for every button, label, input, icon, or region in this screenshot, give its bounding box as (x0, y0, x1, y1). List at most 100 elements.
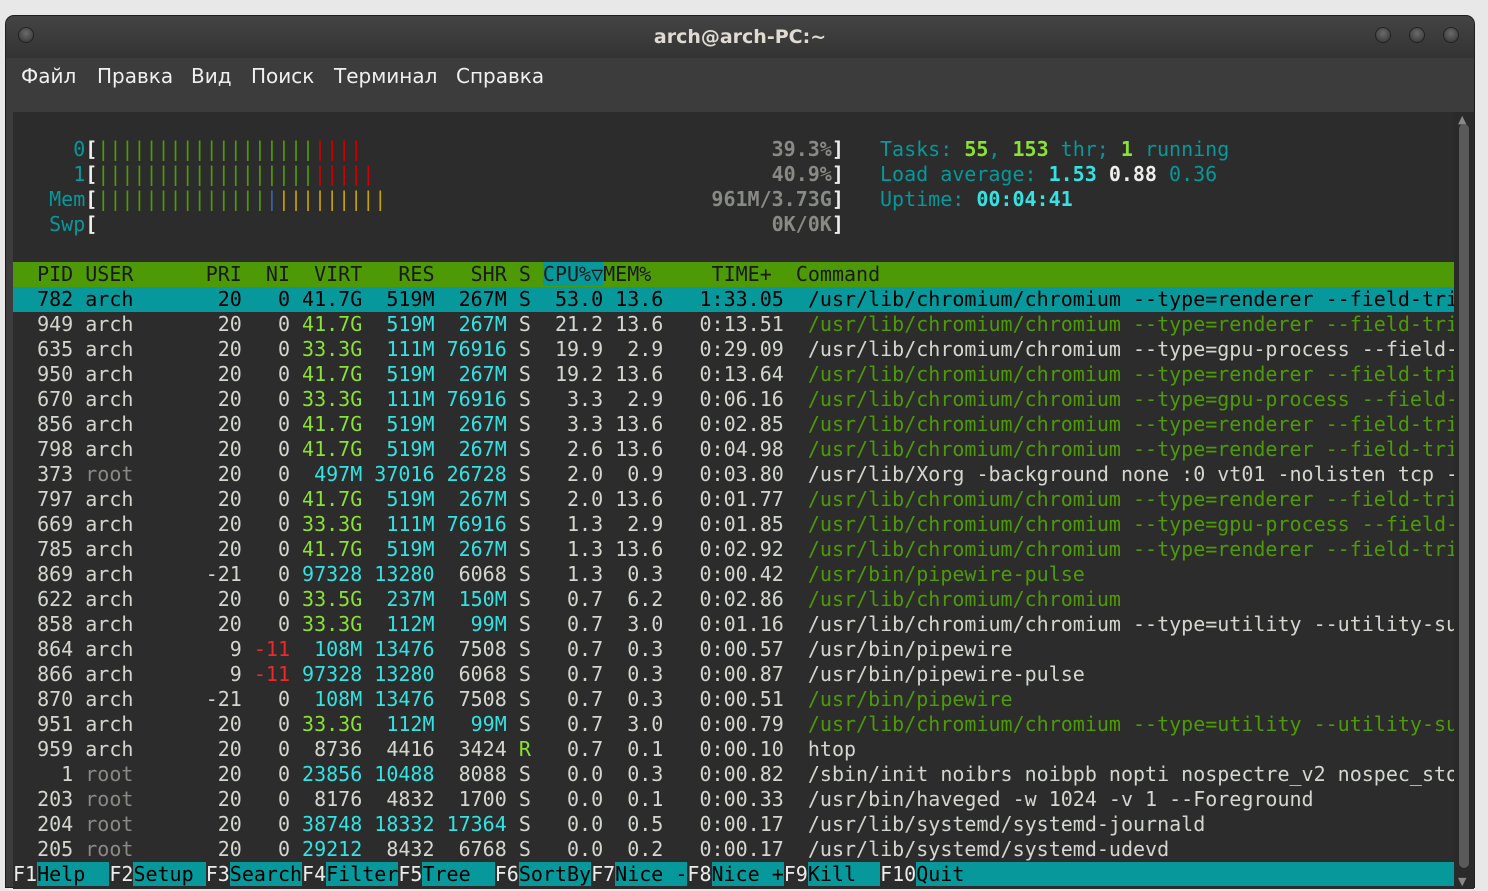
process-row[interactable]: 797 arch 20 0 41.7G 519M 267M S 2.0 13.6… (13, 487, 1454, 512)
term-text (663, 512, 675, 536)
fkey-label[interactable]: Nice - (615, 862, 688, 886)
term-text (242, 287, 254, 311)
fkey-label[interactable]: Quit (916, 862, 965, 886)
term-text (362, 687, 374, 711)
fkey-label[interactable]: Nice + (711, 862, 784, 886)
column-header-cell[interactable]: MEM% (603, 262, 651, 286)
menu-help[interactable]: Справка (456, 64, 544, 88)
term-text (242, 662, 254, 686)
process-row[interactable]: 373 root 20 0 497M 37016 26728 S 2.0 0.9… (13, 462, 1454, 487)
menu-terminal[interactable]: Терминал (334, 64, 437, 88)
fkey-f10[interactable]: F10 (880, 862, 916, 886)
time-cell: 0:00.82 (675, 762, 784, 786)
term-text (435, 462, 447, 486)
pid-cell: 870 (13, 687, 74, 711)
column-header-cell[interactable]: NI (254, 262, 290, 286)
menu-search[interactable]: Поиск (251, 64, 314, 88)
process-row[interactable]: 949 arch 20 0 41.7G 519M 267M S 21.2 13.… (13, 312, 1454, 337)
process-row[interactable]: 670 arch 20 0 33.3G 111M 76916 S 3.3 2.9… (13, 387, 1454, 412)
process-row[interactable]: 856 arch 20 0 41.7G 519M 267M S 3.3 13.6… (13, 412, 1454, 437)
process-row[interactable]: 864 arch 9 -11 108M 13476 7508 S 0.7 0.3… (13, 637, 1454, 662)
process-row[interactable]: 205 root 20 0 29212 8432 6768 S 0.0 0.2 … (13, 837, 1454, 862)
scroll-down-icon[interactable]: ▼ (1458, 876, 1466, 887)
column-header-cell[interactable]: PID (13, 262, 73, 286)
menu-edit[interactable]: Правка (97, 64, 173, 88)
term-text (242, 387, 254, 411)
fkey-f2[interactable]: F2 (109, 862, 133, 886)
scroll-thumb[interactable] (1459, 124, 1469, 868)
process-row[interactable]: 950 arch 20 0 41.7G 519M 267M S 19.2 13.… (13, 362, 1454, 387)
ni-cell: 0 (253, 712, 290, 736)
command-cell: /usr/lib/chromium/chromium --type=render… (807, 362, 1454, 386)
fkey-f9[interactable]: F9 (784, 862, 808, 886)
column-header-cell[interactable]: VIRT (302, 262, 362, 286)
column-header-cell[interactable]: S (519, 262, 531, 286)
term-text (374, 162, 771, 186)
fkey-f5[interactable]: F5 (398, 862, 422, 886)
time-cell: 0:01.77 (675, 487, 784, 511)
minimize-button[interactable] (1375, 27, 1391, 43)
term-text (844, 187, 880, 211)
fkey-f7[interactable]: F7 (591, 862, 615, 886)
process-row[interactable]: 1 root 20 0 23856 10488 8088 S 0.0 0.3 0… (13, 762, 1454, 787)
term-text (242, 412, 254, 436)
time-cell: 0:01.85 (675, 512, 784, 536)
process-row[interactable]: 866 arch 9 -11 97328 13280 6068 S 0.7 0.… (13, 662, 1454, 687)
htop-terminal[interactable]: 0[|||||||||||||||||||||| 39.3%] Tasks: 5… (13, 112, 1454, 889)
process-row[interactable]: 622 arch 20 0 33.5G 237M 150M S 0.7 6.2 … (13, 587, 1454, 612)
term-text (242, 787, 254, 811)
fkey-label[interactable]: Help (37, 862, 110, 886)
process-row[interactable]: 669 arch 20 0 33.3G 111M 76916 S 1.3 2.9… (13, 512, 1454, 537)
term-text (194, 637, 206, 661)
process-row[interactable]: 782 arch 20 0 41.7G 519M 267M S 53.0 13.… (13, 287, 1454, 312)
fkey-f4[interactable]: F4 (302, 862, 326, 886)
fkey-label[interactable]: Setup (133, 862, 206, 886)
term-text (1157, 162, 1169, 186)
process-row[interactable]: 798 arch 20 0 41.7G 519M 267M S 2.6 13.6… (13, 437, 1454, 462)
process-row[interactable]: 785 arch 20 0 41.7G 519M 267M S 1.3 13.6… (13, 537, 1454, 562)
term-text (603, 612, 615, 636)
scrollbar[interactable]: ▲ ▼ (1454, 112, 1474, 889)
process-row[interactable]: 959 arch 20 0 8736 4416 3424 R 0.7 0.1 0… (13, 737, 1454, 762)
maximize-button[interactable] (1409, 27, 1425, 43)
process-row[interactable]: 635 arch 20 0 33.3G 111M 76916 S 19.9 2.… (13, 337, 1454, 362)
fkey-f3[interactable]: F3 (206, 862, 230, 886)
fkey-label[interactable]: Tree (422, 862, 495, 886)
column-header-cell[interactable]: SHR (447, 262, 507, 286)
fkey-label[interactable]: Search (229, 862, 303, 886)
process-row[interactable]: 869 arch -21 0 97328 13280 6068 S 1.3 0.… (13, 562, 1454, 587)
column-header-cell[interactable]: USER (85, 262, 193, 286)
fkey-f6[interactable]: F6 (495, 862, 519, 886)
close-button[interactable] (1443, 27, 1459, 43)
fkey-label[interactable]: Kill (807, 862, 881, 886)
pid-cell: 782 (13, 287, 74, 311)
fkey-f8[interactable]: F8 (687, 862, 711, 886)
state-cell: S (518, 812, 531, 836)
term-text (290, 712, 302, 736)
fkey-label[interactable]: Filter (326, 862, 399, 886)
column-header-cell[interactable]: PRI (206, 262, 242, 286)
process-row[interactable]: 858 arch 20 0 33.3G 112M 99M S 0.7 3.0 0… (13, 612, 1454, 637)
column-header-cell[interactable]: CPU%▽ (542, 262, 604, 286)
process-row[interactable]: 203 root 20 0 8176 4832 1700 S 0.0 0.1 0… (13, 787, 1454, 812)
pri-cell: 9 (205, 662, 242, 686)
term-text (242, 462, 254, 486)
term-text (194, 287, 206, 311)
menu-file[interactable]: Файл (21, 64, 76, 88)
column-header-cell[interactable]: TIME+ (663, 262, 772, 286)
time-cell: 0:00.51 (675, 687, 784, 711)
menu-view[interactable]: Вид (191, 64, 232, 88)
command-cell: /usr/lib/chromium/chromium --type=render… (807, 412, 1454, 436)
fkey-label[interactable]: SortBy (518, 862, 592, 886)
pid-cell: 856 (13, 412, 74, 436)
meter-swp: Swp[ 0K/0K] (13, 212, 1454, 237)
title-bar[interactable]: arch@arch-PC:~ (6, 16, 1474, 58)
process-row[interactable]: 204 root 20 0 38748 18332 17364 S 0.0 0.… (13, 812, 1454, 837)
fkey-f1[interactable]: F1 (13, 862, 37, 886)
process-row[interactable]: 951 arch 20 0 33.3G 112M 99M S 0.7 3.0 0… (13, 712, 1454, 737)
process-row[interactable]: 870 arch -21 0 108M 13476 7508 S 0.7 0.3… (13, 687, 1454, 712)
state-cell: S (518, 362, 531, 386)
term-text (290, 287, 302, 311)
column-header-cell[interactable]: RES (374, 262, 434, 286)
column-header-cell[interactable]: Command (796, 262, 1454, 286)
